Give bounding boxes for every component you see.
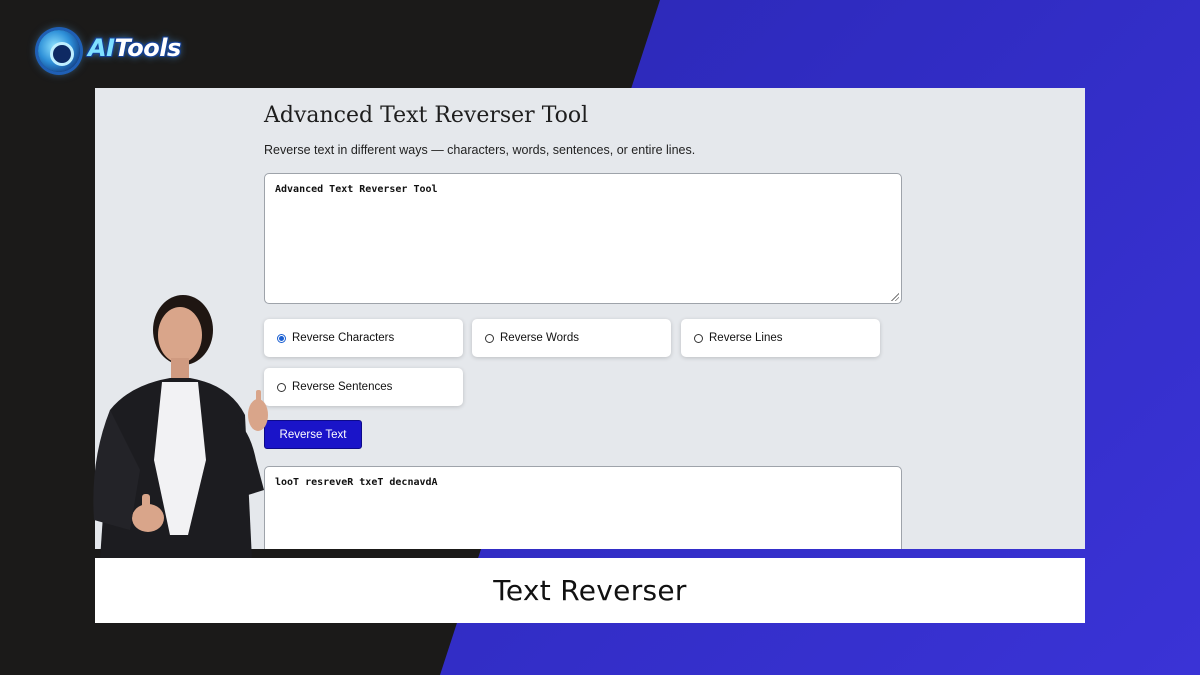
output-textarea[interactable]: looT resreveR txeT decnavdA [264, 466, 902, 549]
output-text: looT resreveR txeT decnavdA [275, 477, 438, 488]
logo-tools-text: Tools [114, 34, 182, 62]
logo-ai-text: AI [88, 34, 115, 62]
input-text: Advanced Text Reverser Tool [275, 184, 438, 195]
option-label: Reverse Characters [292, 332, 395, 344]
option-reverse-lines[interactable]: Reverse Lines [681, 319, 880, 357]
resize-handle-icon[interactable] [891, 293, 899, 301]
option-reverse-characters[interactable]: Reverse Characters [264, 319, 463, 357]
option-reverse-words[interactable]: Reverse Words [472, 319, 671, 357]
face-shape [158, 307, 202, 363]
option-reverse-sentences[interactable]: Reverse Sentences [264, 368, 463, 406]
gear-robot-icon [38, 30, 80, 72]
option-label: Reverse Sentences [292, 381, 393, 393]
page-subtitle: Reverse text in different ways — charact… [264, 143, 696, 157]
page-title: Advanced Text Reverser Tool [264, 103, 589, 128]
option-label: Reverse Lines [709, 332, 783, 344]
radio-icon[interactable] [485, 333, 494, 343]
pointing-finger-shape [256, 390, 261, 410]
option-label: Reverse Words [500, 332, 580, 344]
input-textarea[interactable]: Advanced Text Reverser Tool [264, 173, 902, 304]
presenter-person-image [93, 295, 268, 560]
radio-icon[interactable] [694, 333, 703, 343]
caption-banner: Text Reverser [95, 558, 1085, 623]
thumb-shape [142, 494, 150, 512]
neck-shape [171, 358, 189, 380]
aitools-logo: AITools [36, 26, 196, 76]
logo-text: AITools [88, 34, 181, 62]
